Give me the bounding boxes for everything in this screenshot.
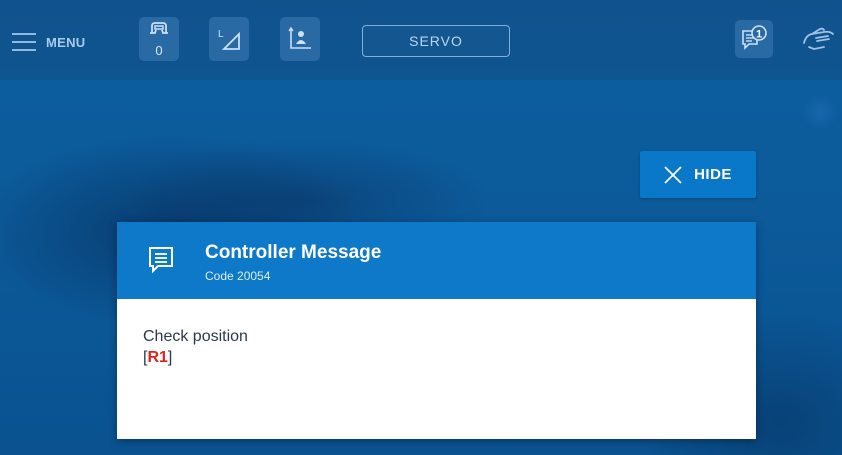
user-frame-button[interactable]	[280, 17, 320, 61]
message-badge-count: 1	[756, 29, 762, 41]
hide-button[interactable]: HIDE	[640, 151, 756, 198]
messages-icon: 1	[742, 25, 767, 50]
top-toolbar: MENU 0 L SERVO 1	[0, 0, 842, 80]
servo-button[interactable]: SERVO	[362, 25, 510, 57]
messages-button[interactable]: 1	[735, 20, 773, 58]
jog-hand-button[interactable]	[800, 25, 840, 57]
close-icon	[664, 165, 682, 184]
svg-text:L: L	[218, 29, 224, 40]
dialog-header: Controller Message Code 20054	[117, 222, 756, 299]
menu-icon	[12, 33, 36, 51]
message-text: Check position	[143, 328, 248, 345]
menu-button[interactable]: MENU	[12, 28, 85, 56]
dialog-body: Check position [R1]	[143, 326, 248, 368]
tool-count: 0	[155, 43, 163, 58]
robot-tag-close: ]	[167, 349, 173, 366]
hand-icon	[803, 27, 834, 50]
gripper-icon	[150, 22, 168, 34]
user-frame-icon	[288, 26, 311, 49]
menu-label: MENU	[46, 34, 86, 50]
tool-button[interactable]: 0	[139, 17, 179, 61]
hide-label: HIDE	[694, 166, 732, 183]
robot-id: R1	[147, 349, 168, 366]
frame-icon: L	[218, 29, 240, 50]
dialog-code: Code 20054	[205, 269, 271, 283]
controller-message-dialog: Controller Message Code 20054 Check posi…	[117, 222, 756, 439]
robot-tag: [R1]	[143, 347, 248, 368]
message-icon	[149, 247, 173, 274]
frame-button[interactable]: L	[209, 17, 249, 61]
dialog-title: Controller Message	[205, 242, 382, 263]
